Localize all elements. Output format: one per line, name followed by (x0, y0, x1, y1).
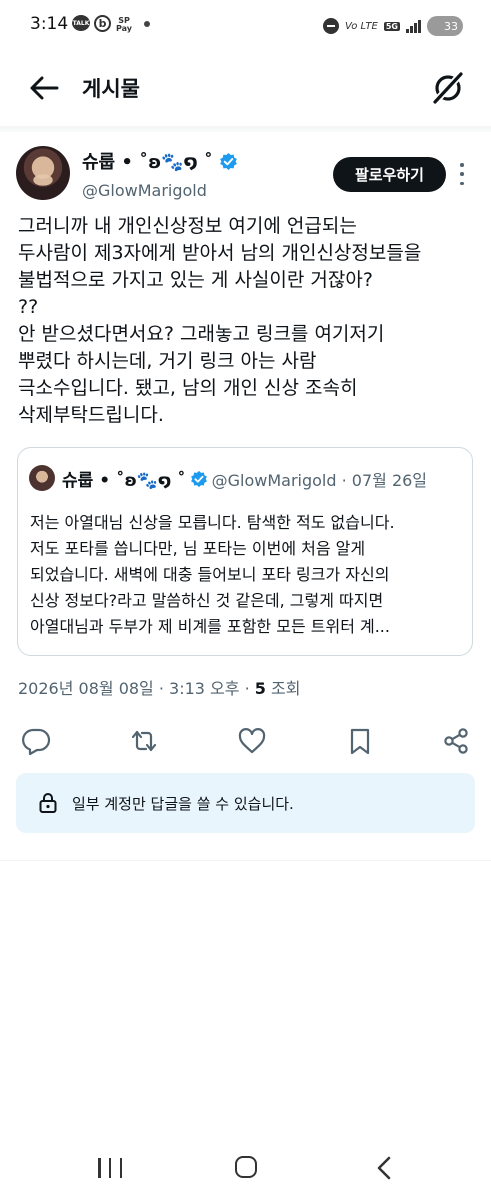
recent-apps-icon (98, 1158, 101, 1178)
reply-icon (22, 728, 51, 756)
reply-button[interactable] (21, 726, 51, 756)
author-display-name[interactable]: 슈룹 • ˚ʚ🐾໑ ˚ (82, 148, 213, 174)
post-text-line: 극소수입니다. 됐고, 남의 개인 신상 조속히 (18, 377, 358, 399)
post-text-line: 두사람이 제3자에게 받아서 남의 개인신상정보들을 (18, 242, 422, 264)
status-time: 3:14 (30, 14, 69, 34)
quote-text-line: 저도 포타를 씁니다만, 님 포타는 이번에 처음 알게 (30, 539, 366, 558)
pay-icon: SP Pay (115, 16, 132, 33)
bookmark-button[interactable] (345, 726, 375, 756)
views-label: 조회 (265, 679, 301, 698)
quoted-post-card[interactable]: 슈룹 • ˚ʚ🐾໑ ˚ @GlowMarigold · 07월 26일 저는 아… (17, 447, 473, 656)
bottom-divider (0, 860, 491, 861)
post-meta: 2026년 08월 08일 · 3:13 오후 · 5 조회 (18, 675, 300, 699)
quote-text-line: 저는 아열대님 신상을 모릅니다. 탐색한 적도 없습니다. (30, 513, 395, 532)
post-text-line: 뿌렸다 하시는데, 거기 링크 아는 사람 (18, 350, 317, 372)
post-timestamp[interactable]: 2026년 08월 08일 · 3:13 오후 · (18, 679, 255, 698)
share-button[interactable] (441, 726, 471, 756)
status-right: Vo LTE 5G 33 (322, 15, 463, 37)
reply-restriction-notice: 일부 계정만 답글을 쓸 수 있습니다. (16, 773, 475, 833)
system-back-button[interactable] (374, 1156, 394, 1180)
signal-icon (406, 19, 421, 33)
quote-text-line: 아열대님과 두부가 제 비계를 포함한 모든 트위터 계... (30, 617, 390, 636)
talk-icon: TALK (72, 15, 90, 31)
grok-button[interactable] (431, 71, 465, 105)
more-options-button[interactable] (456, 163, 468, 185)
network-label: 5G (383, 21, 400, 31)
avatar[interactable] (16, 146, 70, 200)
status-bar: 3:14 TALK b SP Pay Vo LTE 5G 33 (0, 0, 491, 52)
share-icon (444, 728, 468, 754)
post-text-line: ?? (18, 296, 39, 318)
author-handle[interactable]: @GlowMarigold (82, 181, 207, 200)
author-name-row[interactable]: 슈룹 • ˚ʚ🐾໑ ˚ (82, 148, 238, 174)
quote-display-name: 슈룹 • ˚ʚ🐾໑ ˚ (62, 471, 186, 491)
battery-icon: 33 (427, 16, 463, 36)
more-dots-icon (460, 163, 464, 167)
post-text-line: 그러니까 내 개인신상정보 여기에 언급되는 (18, 215, 357, 237)
like-button[interactable] (237, 726, 267, 756)
arrow-left-icon (30, 76, 59, 100)
header-divider (0, 126, 491, 132)
follow-button[interactable]: 팔로우하기 (333, 157, 446, 192)
quote-text-line: 신상 정보다?라고 말씀하신 것 같은데, 그렇게 따지면 (30, 591, 384, 610)
bookmark-icon (350, 728, 370, 755)
views-count: 5 (254, 679, 266, 698)
verified-badge-icon (220, 152, 237, 170)
b-icon: b (94, 15, 111, 32)
top-header: 게시물 (0, 58, 491, 118)
quote-avatar (29, 465, 55, 491)
lock-icon (39, 793, 57, 813)
reply-restriction-text: 일부 계정만 답글을 쓸 수 있습니다. (72, 794, 294, 813)
back-button[interactable] (28, 73, 60, 103)
post-text-line: 안 받으셨다면서요? 그래놓고 링크를 여기저기 (18, 323, 385, 345)
quote-text-line: 되었습니다. 새벽에 대충 들어보니 포타 링크가 자신의 (30, 565, 390, 584)
repost-button[interactable] (129, 726, 159, 756)
chevron-left-icon (377, 1156, 391, 1180)
heart-icon (238, 728, 266, 754)
repost-icon (131, 730, 157, 752)
notification-dot-icon (144, 21, 150, 27)
quote-header: 슈룹 • ˚ʚ🐾໑ ˚ @GlowMarigold · 07월 26일 (62, 466, 427, 491)
page-title: 게시물 (82, 77, 140, 101)
post-text-line: 불법적으로 가지고 있는 게 사실이란 거잖아? (18, 269, 373, 291)
quote-verified-badge-icon (190, 470, 207, 487)
home-button[interactable] (235, 1156, 257, 1178)
action-bar (0, 720, 491, 764)
volte-icon: Vo LTE (344, 20, 378, 32)
post-text: 그러니까 내 개인신상정보 여기에 언급되는 두사람이 제3자에게 받아서 남의… (18, 213, 483, 429)
recent-apps-button[interactable] (98, 1158, 122, 1178)
dnd-icon (322, 18, 339, 34)
quote-handle-date: @GlowMarigold · 07월 26일 (211, 470, 428, 490)
system-nav-bar (0, 1140, 491, 1200)
grok-icon (432, 71, 464, 105)
post-text-line: 삭제부탁드립니다. (18, 404, 164, 426)
quote-text: 저는 아열대님 신상을 모릅니다. 탐색한 적도 없습니다. 저도 포타를 씁니… (30, 510, 466, 640)
